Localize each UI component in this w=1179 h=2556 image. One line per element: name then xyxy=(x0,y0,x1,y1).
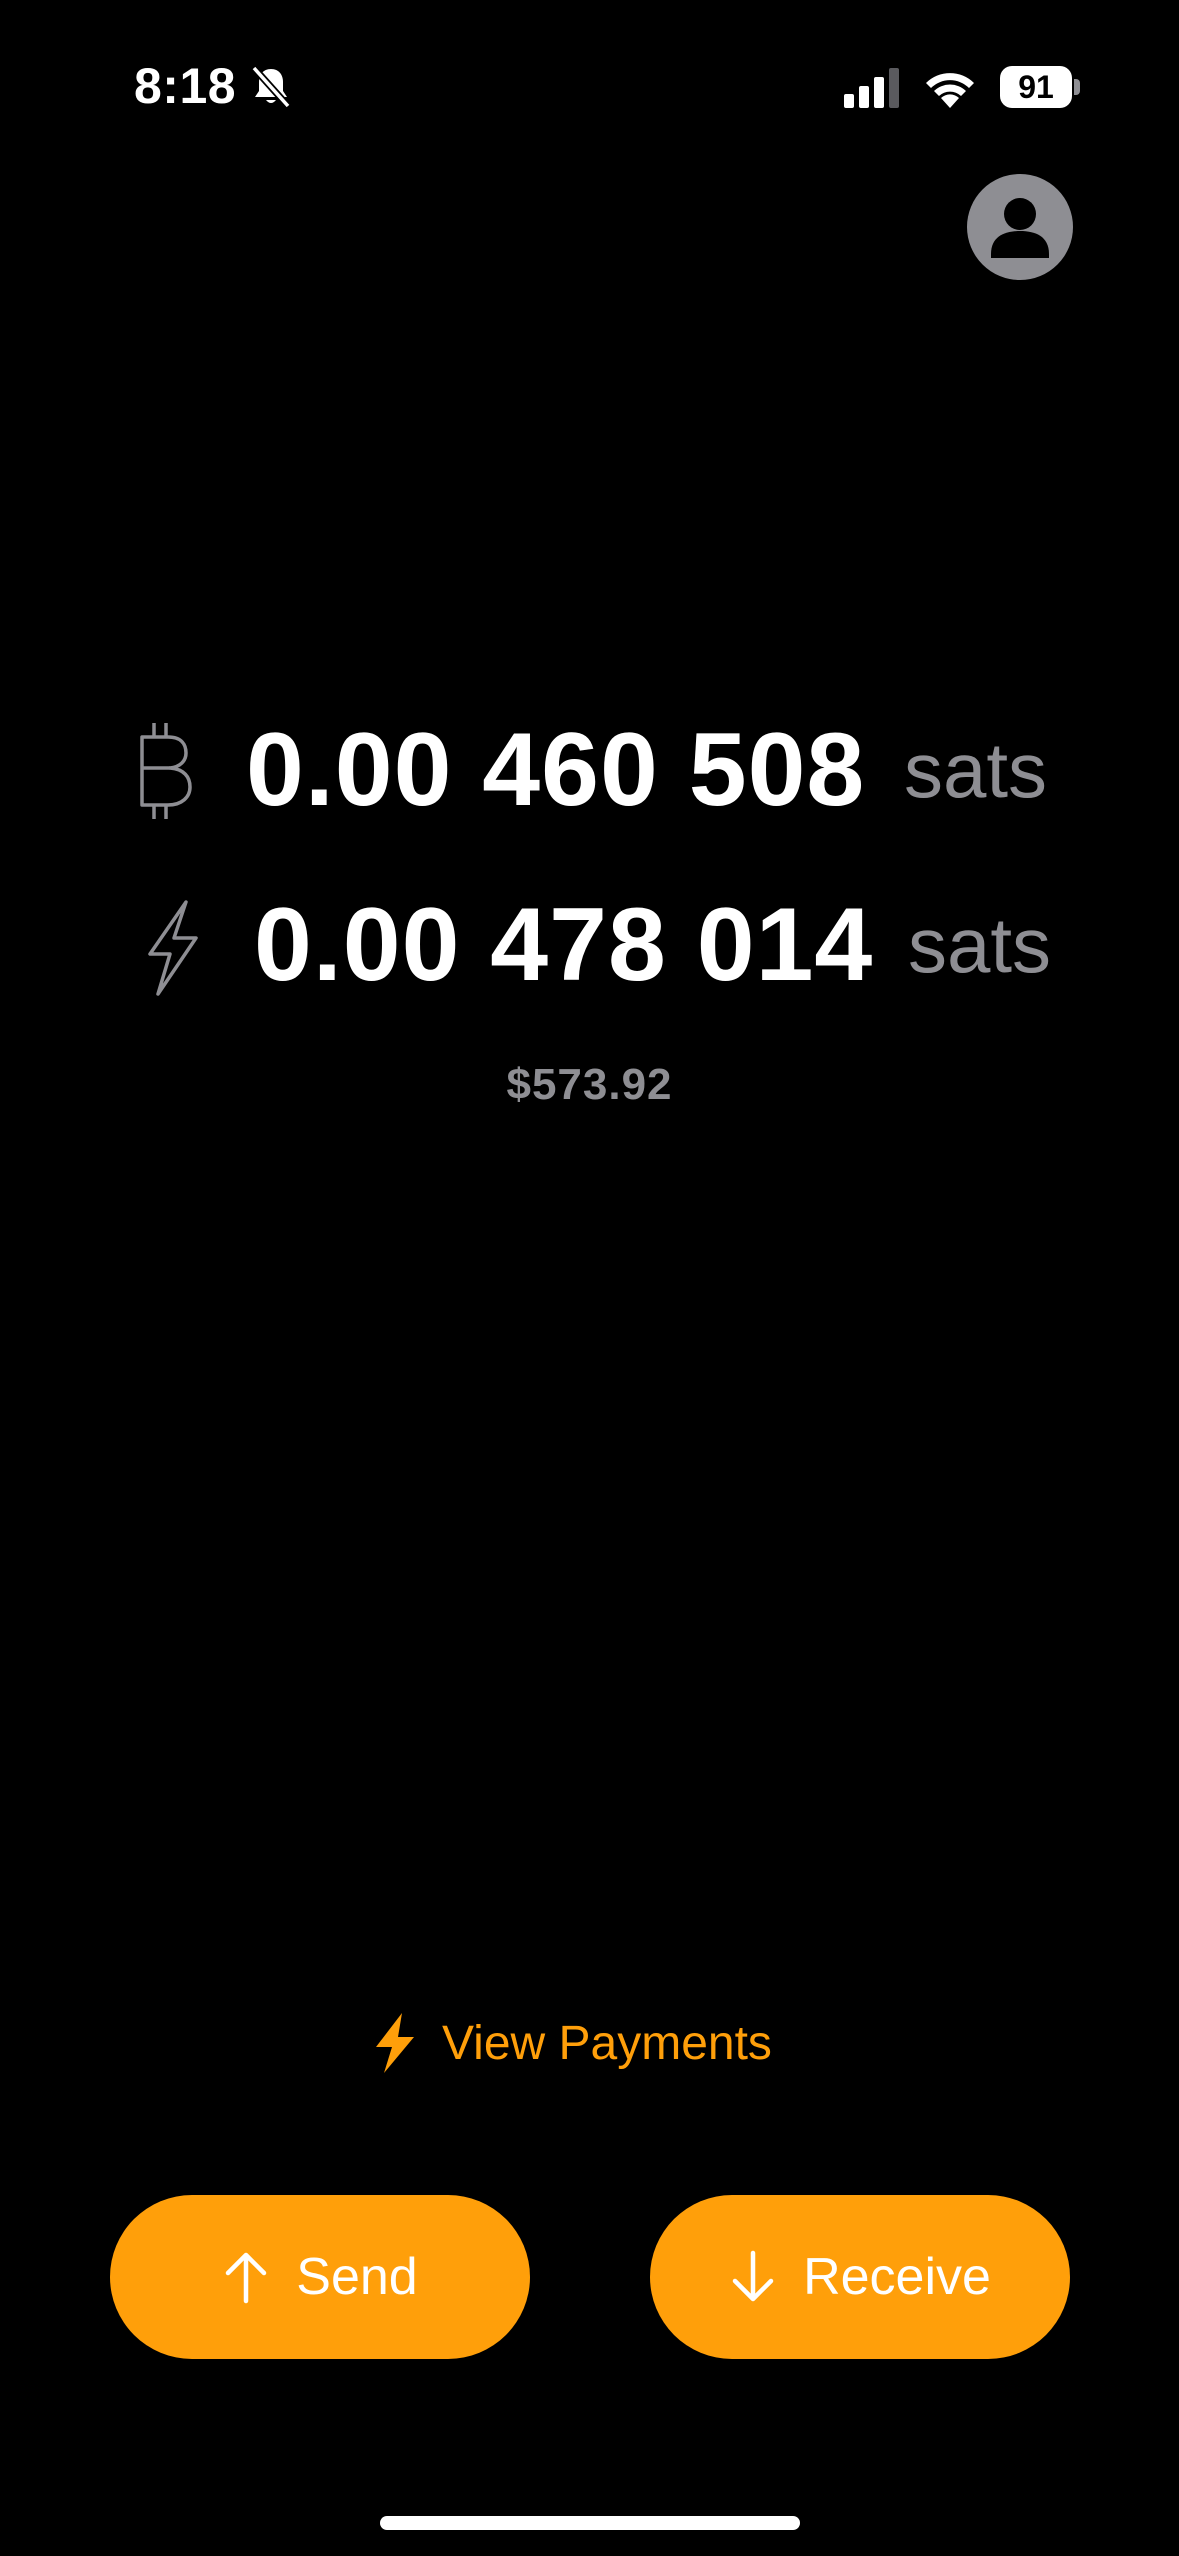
onchain-balance-row[interactable]: 0.00 460 508 sats xyxy=(0,705,1179,835)
send-label: Send xyxy=(296,2248,418,2306)
fiat-balance: $573.92 xyxy=(506,1060,673,1109)
onchain-unit: sats xyxy=(904,726,1048,814)
status-time: 8:18 xyxy=(134,58,237,114)
lightning-amount: 0.00 478 014 xyxy=(254,887,874,1003)
view-payments-link[interactable]: View Payments xyxy=(370,2008,772,2078)
wifi-icon xyxy=(926,73,974,108)
person-icon xyxy=(991,198,1049,258)
lightning-balance-row[interactable]: 0.00 478 014 sats xyxy=(0,880,1179,1010)
lightning-icon xyxy=(148,900,198,996)
bell-muted-icon xyxy=(251,65,291,109)
home-indicator[interactable] xyxy=(380,2516,800,2530)
receive-label: Receive xyxy=(803,2248,991,2306)
bitcoin-icon xyxy=(140,723,192,819)
receive-button[interactable]: Receive xyxy=(650,2195,1070,2359)
send-button[interactable]: Send xyxy=(110,2195,530,2359)
arrow-down-icon xyxy=(732,2250,774,2302)
onchain-amount: 0.00 460 508 xyxy=(246,712,866,828)
battery-level: 91 xyxy=(1000,66,1072,108)
lightning-bolt-icon xyxy=(376,2013,414,2073)
arrow-up-icon xyxy=(226,2252,267,2304)
battery-indicator: 91 xyxy=(1000,66,1080,108)
signal-icon xyxy=(844,68,899,108)
view-payments-label: View Payments xyxy=(442,2016,772,2070)
battery-tip xyxy=(1074,79,1080,95)
profile-avatar-button[interactable] xyxy=(967,174,1073,280)
lightning-unit: sats xyxy=(908,901,1052,989)
